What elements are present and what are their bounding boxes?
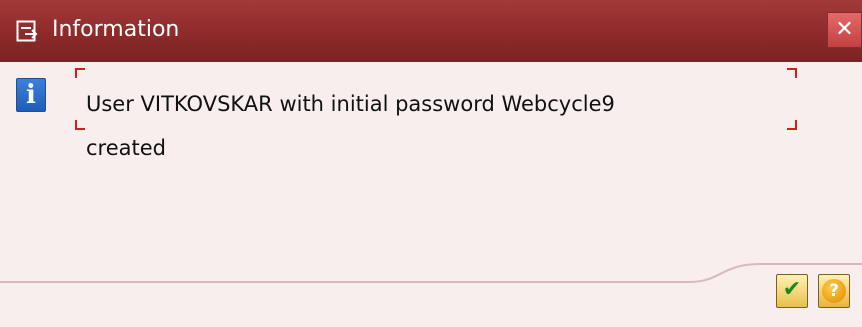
message-line-1: User VITKOVSKAR with initial password We… xyxy=(86,92,615,116)
focus-corner-top-right xyxy=(787,68,797,78)
close-button[interactable]: ✕ xyxy=(827,12,862,48)
focus-corner-bottom-right xyxy=(787,120,797,130)
title-bar: Information ✕ xyxy=(0,0,862,62)
help-icon: ? xyxy=(822,279,846,303)
button-bar xyxy=(0,292,862,327)
focus-corner-bottom-left xyxy=(75,120,85,130)
checkmark-icon: ✔ xyxy=(782,277,802,302)
message-area: i User VITKOVSKAR with initial password … xyxy=(0,62,862,264)
dialog-window-icon xyxy=(16,20,38,42)
dialog-title: Information xyxy=(52,17,180,42)
focus-corner-top-left xyxy=(75,68,85,78)
help-button[interactable]: ? xyxy=(818,274,850,308)
message-text: User VITKOVSKAR with initial password We… xyxy=(86,82,776,170)
footer-divider xyxy=(0,263,862,283)
ok-button[interactable]: ✔ xyxy=(776,274,808,308)
information-dialog: Information ✕ i User VITKOVSKAR with ini… xyxy=(0,0,862,327)
info-icon: i xyxy=(16,78,46,112)
close-icon: ✕ xyxy=(835,17,854,42)
message-line-2: created xyxy=(86,136,166,160)
